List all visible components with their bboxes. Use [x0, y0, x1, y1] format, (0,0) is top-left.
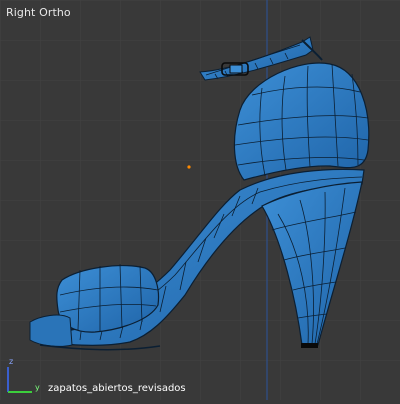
origin-dot [187, 165, 191, 169]
z-axis-label: z [9, 357, 13, 366]
3d-viewport[interactable]: z y Right Ortho zapatos_abiertos_revisad… [0, 0, 400, 400]
object-name: zapatos_abiertos_revisados [48, 383, 186, 394]
y-axis-label: y [35, 383, 40, 392]
heel-tip [301, 343, 318, 348]
view-label: Right Ortho [6, 6, 71, 19]
